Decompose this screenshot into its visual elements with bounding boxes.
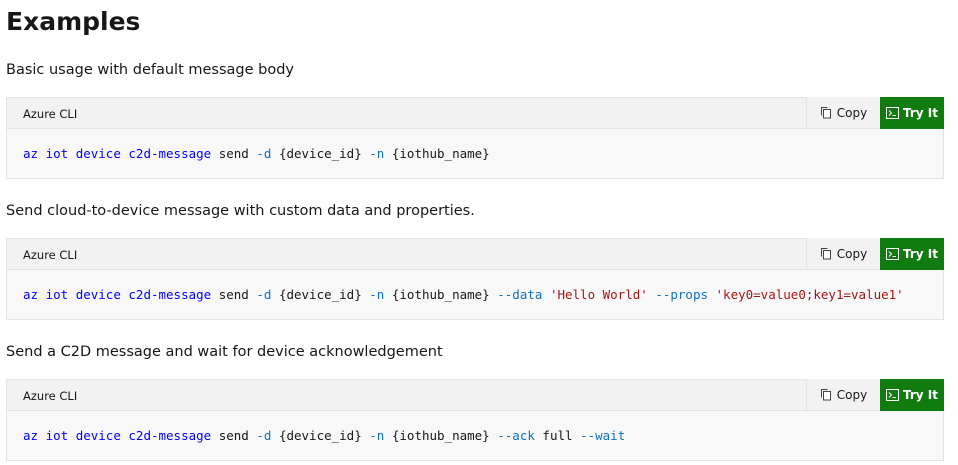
copy-button-label: Copy <box>836 246 868 261</box>
code-token: -d <box>256 287 272 302</box>
code-token: iot <box>45 287 69 302</box>
code-token: {iothub_name} <box>391 146 490 161</box>
code-token: --props <box>655 287 708 302</box>
copy-button[interactable]: Copy <box>806 379 880 410</box>
copy-icon <box>820 388 832 401</box>
code-block: Azure CLI Copy Try It az iot device c2d-… <box>6 238 944 320</box>
code-block: Azure CLI Copy Try It az iot device c2d-… <box>6 379 944 461</box>
copy-icon <box>820 247 832 260</box>
code-token: iot <box>45 146 69 161</box>
terminal-icon <box>886 248 899 260</box>
try-it-button[interactable]: Try It <box>880 379 944 411</box>
code-token: az <box>23 287 39 302</box>
code-token: {iothub_name} <box>391 287 490 302</box>
terminal-icon <box>886 107 899 119</box>
try-it-button[interactable]: Try It <box>880 238 944 270</box>
code-token: --data <box>497 287 543 302</box>
code-command: az iot device c2d-message send -d {devic… <box>23 286 904 304</box>
code-token: {device_id} <box>278 428 362 443</box>
code-token: -d <box>256 146 272 161</box>
try-it-button-label: Try It <box>903 247 938 261</box>
code-token: --wait <box>580 428 626 443</box>
copy-button[interactable]: Copy <box>806 238 880 269</box>
code-block: Azure CLI Copy Try It az iot device c2d-… <box>6 97 944 179</box>
example-description: Send a C2D message and wait for device a… <box>6 344 443 360</box>
example-description: Basic usage with default message body <box>6 62 294 78</box>
code-token: c2d-message <box>128 287 212 302</box>
code-token: c2d-message <box>128 428 212 443</box>
terminal-icon <box>886 389 899 401</box>
code-language-label: Azure CLI <box>23 248 78 262</box>
try-it-button[interactable]: Try It <box>880 97 944 129</box>
code-token: -n <box>369 428 385 443</box>
code-language-label: Azure CLI <box>23 389 78 403</box>
code-command: az iot device c2d-message send -d {devic… <box>23 145 490 163</box>
code-header: Azure CLI Copy Try It <box>7 97 944 129</box>
code-token: 'Hello World' <box>549 287 648 302</box>
copy-button[interactable]: Copy <box>806 97 880 128</box>
code-token: full <box>542 428 573 443</box>
code-language-label: Azure CLI <box>23 107 78 121</box>
code-header: Azure CLI Copy Try It <box>7 238 944 270</box>
code-token: {device_id} <box>278 146 362 161</box>
page-title: Examples <box>6 7 141 36</box>
code-token: send <box>218 428 249 443</box>
code-token: send <box>218 146 249 161</box>
copy-button-label: Copy <box>836 105 868 120</box>
code-token: -n <box>369 146 385 161</box>
code-token: az <box>23 428 39 443</box>
code-token: -d <box>256 428 272 443</box>
try-it-button-label: Try It <box>903 106 938 120</box>
code-token: -n <box>369 287 385 302</box>
code-token: device <box>75 428 121 443</box>
code-token: send <box>218 287 249 302</box>
code-token: 'key0=value0;key1=value1' <box>715 287 904 302</box>
example-description: Send cloud-to-device message with custom… <box>6 203 475 219</box>
code-token: device <box>75 146 121 161</box>
try-it-button-label: Try It <box>903 388 938 402</box>
code-token: device <box>75 287 121 302</box>
copy-icon <box>820 106 832 119</box>
copy-button-label: Copy <box>836 387 868 402</box>
code-token: {device_id} <box>278 287 362 302</box>
code-token: --ack <box>497 428 535 443</box>
code-token: c2d-message <box>128 146 212 161</box>
code-token: {iothub_name} <box>391 428 490 443</box>
code-command: az iot device c2d-message send -d {devic… <box>23 427 625 445</box>
code-token: iot <box>45 428 69 443</box>
code-header: Azure CLI Copy Try It <box>7 379 944 411</box>
code-token: az <box>23 146 39 161</box>
